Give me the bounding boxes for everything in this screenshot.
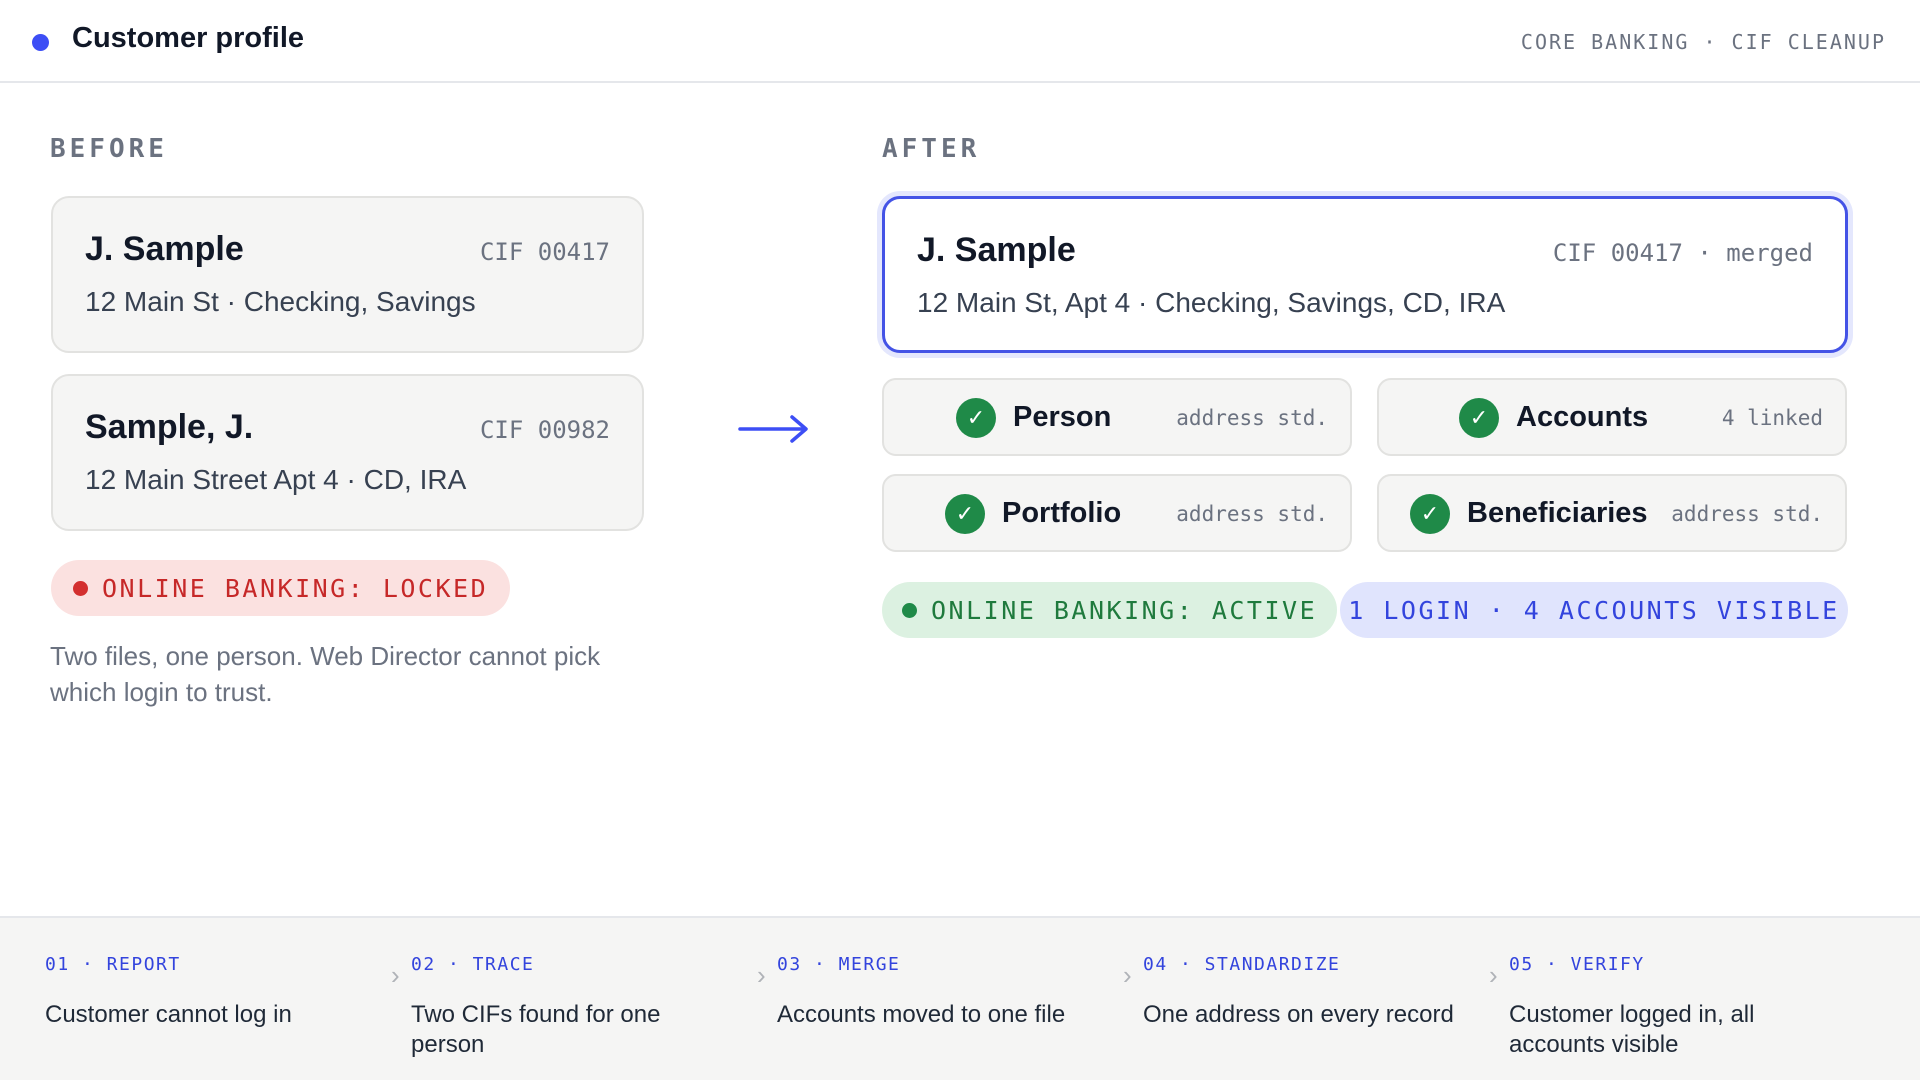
entity-name: Accounts <box>1516 401 1649 433</box>
check-icon: ✓ <box>1459 398 1499 438</box>
check-icon: ✓ <box>956 398 996 438</box>
chevron-right-icon: › <box>1123 960 1132 990</box>
step-label: 03 · MERGE <box>777 954 901 975</box>
customer-details: 12 Main Street Apt 4 · CD, IRA <box>85 464 467 495</box>
cif-number: CIF 00982 <box>479 416 610 444</box>
entity-tile-person[interactable]: ✓ Person address std. <box>882 378 1352 456</box>
before-note: Two files, one person. Web Director cann… <box>50 641 601 707</box>
customer-name: Sample, J. <box>85 408 254 446</box>
entity-name: Beneficiaries <box>1467 497 1648 529</box>
before-section-label: BEFORE <box>50 134 168 164</box>
entity-meta: 4 linked <box>1721 406 1823 430</box>
entity-name: Person <box>1013 401 1112 433</box>
step-label: 05 · VERIFY <box>1509 954 1645 975</box>
entity-meta: address std. <box>1176 406 1328 430</box>
entity-tile-portfolio[interactable]: ✓ Portfolio address std. <box>882 474 1352 552</box>
check-icon: ✓ <box>1410 494 1450 534</box>
chevron-right-icon: › <box>757 960 766 990</box>
merged-record-card[interactable]: J. Sample CIF 00417 · merged 12 Main St,… <box>882 196 1848 353</box>
entity-name: Portfolio <box>1002 497 1122 529</box>
online-banking-locked-badge: ONLINE BANKING: LOCKED <box>51 560 511 616</box>
entity-tile-beneficiaries[interactable]: ✓ Beneficiaries address std. <box>1377 474 1847 552</box>
customer-name: J. Sample <box>917 231 1076 269</box>
step-label: 02 · TRACE <box>411 954 535 975</box>
badge-label: ONLINE BANKING: LOCKED <box>102 573 489 603</box>
cif-number: CIF 00417 <box>479 238 610 266</box>
check-icon: ✓ <box>945 494 985 534</box>
before-record-card[interactable]: J. Sample CIF 00417 12 Main St · Checkin… <box>51 196 644 353</box>
step-description: Customer cannot log in <box>45 1001 292 1028</box>
step-label: 01 · REPORT <box>45 954 181 975</box>
step-description: Two CIFs found for one person <box>411 1001 661 1058</box>
chevron-right-icon: › <box>391 960 400 990</box>
entity-meta: address std. <box>1176 502 1328 526</box>
page-title: Customer profile <box>72 22 305 54</box>
login-summary-badge: 1 LOGIN · 4 ACCOUNTS VISIBLE <box>1340 582 1848 638</box>
page-header: Customer profile CORE BANKING · CIF CLEA… <box>0 0 1920 83</box>
status-dot-icon <box>32 34 49 51</box>
cif-number: CIF 00417 · merged <box>1552 239 1813 267</box>
after-section-label: AFTER <box>882 134 981 164</box>
step-description: One address on every record <box>1143 1001 1454 1028</box>
step-description: Accounts moved to one file <box>777 1001 1066 1028</box>
customer-details: 12 Main St, Apt 4 · Checking, Savings, C… <box>917 287 1506 318</box>
step-description: Customer logged in, all accounts visible <box>1509 1001 1755 1058</box>
customer-name: J. Sample <box>85 230 244 268</box>
status-dot-icon <box>902 602 917 618</box>
entity-tile-accounts[interactable]: ✓ Accounts 4 linked <box>1377 378 1847 456</box>
badge-label: ONLINE BANKING: ACTIVE <box>931 595 1318 625</box>
customer-details: 12 Main St · Checking, Savings <box>85 286 476 317</box>
right-arrow-icon <box>738 415 808 443</box>
step-label: 04 · STANDARDIZE <box>1143 954 1341 975</box>
online-banking-active-badge: ONLINE BANKING: ACTIVE <box>882 582 1338 638</box>
process-steps: 01 · REPORT Customer cannot log in › 02 … <box>0 916 1920 1080</box>
status-dot-icon <box>73 580 88 596</box>
entity-meta: address std. <box>1671 502 1823 526</box>
chevron-right-icon: › <box>1489 960 1498 990</box>
breadcrumb: CORE BANKING · CIF CLEANUP <box>1520 30 1886 54</box>
before-record-card[interactable]: Sample, J. CIF 00982 12 Main Street Apt … <box>51 374 644 531</box>
